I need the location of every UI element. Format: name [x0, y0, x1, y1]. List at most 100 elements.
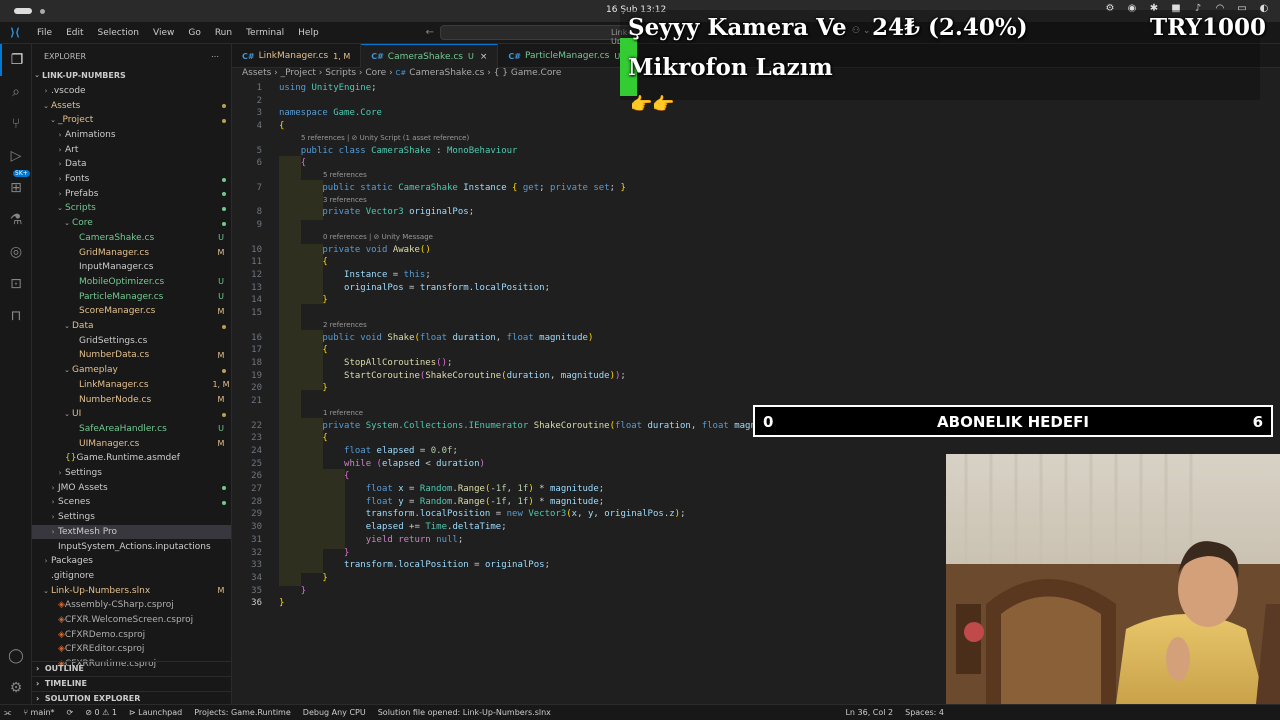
code-lens[interactable]: 0 references | ⊘ Unity Message: [323, 232, 433, 242]
code-line[interactable]: using UnityEngine;: [279, 82, 377, 95]
folder-item[interactable]: › Fonts: [32, 172, 231, 187]
remote-explorer-icon[interactable]: ⊡: [0, 268, 32, 300]
outline-section[interactable]: › OUTLINE: [32, 661, 231, 676]
folder-item[interactable]: ⌄ Gameplay: [32, 363, 231, 378]
file-item[interactable]: {} Game.Runtime.asmdef: [32, 451, 231, 466]
code-line[interactable]: float elapsed = 0.0f;: [279, 445, 458, 458]
explorer-icon[interactable]: ❐: [0, 44, 32, 76]
code-lens[interactable]: 5 references: [323, 170, 367, 180]
code-line[interactable]: private void Awake(): [279, 244, 430, 257]
folder-item[interactable]: ⌄ _Project: [32, 113, 231, 128]
folder-item[interactable]: › Settings: [32, 466, 231, 481]
file-item[interactable]: GridSettings.cs: [32, 333, 231, 348]
code-line[interactable]: yield return null;: [279, 534, 464, 547]
breadcrumb-assets[interactable]: Assets: [242, 68, 271, 78]
run-debug-icon[interactable]: ▷: [0, 140, 32, 172]
menu-terminal[interactable]: Terminal: [239, 28, 291, 38]
file-item[interactable]: .gitignore: [32, 569, 231, 584]
source-control-icon[interactable]: ⑂: [0, 108, 32, 140]
code-line[interactable]: public static CameraShake Instance { get…: [279, 182, 626, 195]
tab-camerashake[interactable]: C# CameraShake.cs U ×: [361, 44, 499, 68]
file-item[interactable]: ScoreManager.cs M: [32, 304, 231, 319]
branch-indicator[interactable]: ⑂ main*: [17, 708, 60, 717]
cursor-position[interactable]: Ln 36, Col 2: [839, 708, 899, 717]
code-line[interactable]: }: [279, 597, 284, 610]
file-item[interactable]: GridManager.cs M: [32, 245, 231, 260]
code-line[interactable]: transform.localPosition = originalPos;: [279, 559, 550, 572]
bookmark-icon[interactable]: ⊓: [0, 300, 32, 332]
file-item[interactable]: UIManager.cs M: [32, 436, 231, 451]
code-line[interactable]: StopAllCoroutines();: [279, 357, 452, 370]
solution-explorer-section[interactable]: › SOLUTION EXPLORER: [32, 691, 231, 704]
code-line[interactable]: {: [279, 470, 349, 483]
file-item[interactable]: MobileOptimizer.cs U: [32, 275, 231, 290]
manage-gear-icon[interactable]: ⚙: [0, 680, 32, 696]
folder-item[interactable]: › TextMesh Pro: [32, 524, 231, 540]
build-config[interactable]: Debug Any CPU: [297, 708, 372, 717]
code-line[interactable]: elapsed += Time.deltaTime;: [279, 521, 507, 534]
folder-item[interactable]: › Packages: [32, 554, 231, 569]
code-line[interactable]: while (elapsed < duration): [279, 458, 485, 471]
file-item[interactable]: CameraShake.cs U: [32, 231, 231, 246]
code-line[interactable]: private Vector3 originalPos;: [279, 206, 474, 219]
breadcrumb-core[interactable]: Core: [365, 68, 386, 78]
back-arrow-icon[interactable]: ←: [426, 27, 434, 38]
launchpad-button[interactable]: ⊳ Launchpad: [123, 708, 188, 717]
menu-go[interactable]: Go: [181, 28, 207, 38]
code-line[interactable]: }: [279, 294, 327, 307]
code-line[interactable]: }: [279, 382, 327, 395]
folder-item[interactable]: › Prefabs: [32, 186, 231, 201]
folder-item[interactable]: › JMO Assets: [32, 480, 231, 495]
file-item[interactable]: ◈ CFXR.WelcomeScreen.csproj: [32, 613, 231, 628]
code-line[interactable]: {: [279, 432, 327, 445]
code-line[interactable]: }: [279, 547, 349, 560]
menu-help[interactable]: Help: [291, 28, 326, 38]
code-line[interactable]: {: [279, 344, 327, 357]
folder-item[interactable]: ⌄ Core: [32, 216, 231, 231]
workspace-root[interactable]: ⌄ LINK-UP-NUMBERS: [32, 68, 231, 83]
testing-icon[interactable]: ⚗: [0, 204, 32, 236]
code-line[interactable]: }: [279, 585, 306, 598]
breadcrumb-scripts[interactable]: Scripts: [325, 68, 356, 78]
folder-item[interactable]: › Settings: [32, 510, 231, 525]
code-line[interactable]: originalPos = transform.localPosition;: [279, 282, 550, 295]
timeline-section[interactable]: › TIMELINE: [32, 676, 231, 691]
tab-linkmanager[interactable]: C# LinkManager.cs 1, M: [232, 44, 362, 68]
file-item[interactable]: ◈ Assembly-CSharp.csproj: [32, 598, 231, 613]
folder-item[interactable]: › Art: [32, 142, 231, 157]
code-line[interactable]: namespace Game.Core: [279, 107, 382, 120]
file-item[interactable]: ◈ CFXREditor.csproj: [32, 642, 231, 657]
code-line[interactable]: {: [279, 256, 327, 269]
folder-item[interactable]: › Data: [32, 157, 231, 172]
code-line[interactable]: public void Shake(float duration, float …: [279, 332, 593, 345]
project-indicator[interactable]: Projects: Game.Runtime: [188, 708, 297, 717]
close-tab-icon[interactable]: ×: [480, 52, 488, 62]
code-line[interactable]: transform.localPosition = new Vector3(x,…: [279, 508, 686, 521]
code-line[interactable]: {: [279, 120, 284, 133]
github-icon[interactable]: ◎: [0, 236, 32, 268]
search-icon[interactable]: ⌕: [0, 76, 32, 108]
problems-indicator[interactable]: ⊘ 0 ⚠ 1: [79, 708, 123, 717]
menu-file[interactable]: File: [30, 28, 59, 38]
file-item[interactable]: ◈ CFXRDemo.csproj: [32, 627, 231, 642]
command-center-search[interactable]: Link-Up-Numbers: [440, 25, 647, 55]
folder-item[interactable]: › Scenes: [32, 495, 231, 510]
code-line[interactable]: float x = Random.Range(-1f, 1f) * magnit…: [279, 483, 605, 496]
sync-icon[interactable]: ⟳: [61, 708, 80, 717]
code-lens[interactable]: 3 references: [323, 195, 367, 205]
menu-dot-icon[interactable]: [40, 8, 45, 14]
file-item[interactable]: ParticleManager.cs U: [32, 289, 231, 304]
code-line[interactable]: private System.Collections.IEnumerator S…: [279, 420, 788, 433]
code-line[interactable]: float y = Random.Range(-1f, 1f) * magnit…: [279, 496, 605, 509]
breadcrumb-file[interactable]: CameraShake.cs: [409, 68, 484, 78]
menu-selection[interactable]: Selection: [91, 28, 146, 38]
indentation-indicator[interactable]: Spaces: 4: [899, 708, 950, 717]
breadcrumb-project[interactable]: _Project: [281, 68, 316, 78]
folder-item[interactable]: ⌄ UI: [32, 407, 231, 422]
breadcrumb-namespace[interactable]: Game.Core: [511, 68, 561, 78]
code-line[interactable]: Instance = this;: [279, 269, 431, 282]
folder-item[interactable]: › Animations: [32, 128, 231, 143]
more-actions-icon[interactable]: ⋯: [211, 52, 219, 61]
code-line[interactable]: }: [279, 572, 327, 585]
file-item[interactable]: InputManager.cs: [32, 260, 231, 275]
